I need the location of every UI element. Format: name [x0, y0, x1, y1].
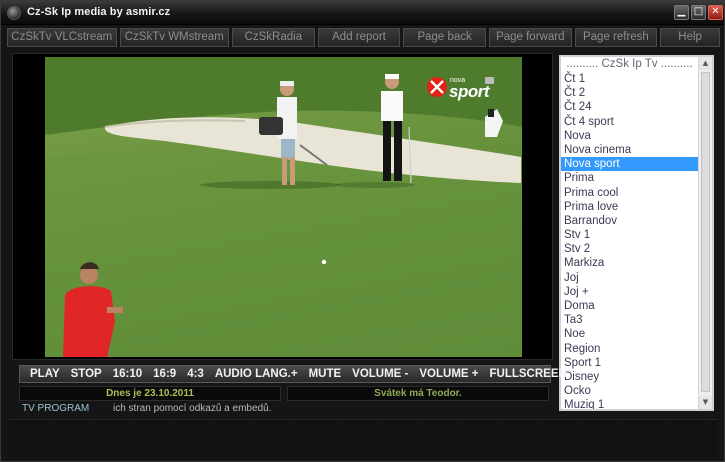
video-frame: nova sport	[12, 53, 553, 360]
channel-item[interactable]: Prima	[561, 171, 698, 185]
tv-program-link[interactable]: TV PROGRAM	[22, 403, 89, 414]
close-icon: ✕	[711, 6, 720, 17]
channel-item[interactable]: Stv 2	[561, 242, 698, 256]
bottom-decoration	[9, 419, 717, 457]
channel-items: Čt 1 Čt 2 Čt 24 Čt 4 sport Nova Nova cin…	[561, 72, 712, 409]
close-button[interactable]: ✕	[708, 5, 723, 20]
channel-list[interactable]: .......... CzSk Ip Tv .......... Čt 1 Čt…	[559, 55, 714, 411]
menu-wmstream-button[interactable]: CzSkTv WMstream	[119, 28, 230, 47]
aspect-16-9-button[interactable]: 16:9	[153, 368, 176, 380]
minimize-icon: ▁	[677, 6, 686, 17]
channel-item[interactable]: Nova cinema	[561, 143, 698, 157]
scroll-down-arrow-icon[interactable]: ▼	[699, 396, 712, 409]
scrollbar-thumb[interactable]	[701, 72, 710, 392]
play-button[interactable]: PLAY	[30, 368, 60, 380]
minimize-button[interactable]: ▁	[674, 5, 689, 20]
channel-item[interactable]: Sport 1	[561, 356, 698, 370]
scroll-up-arrow-icon[interactable]: ▲	[699, 57, 712, 70]
aspect-16-10-button[interactable]: 16:10	[113, 368, 142, 380]
channel-item[interactable]: Čt 4 sport	[561, 115, 698, 129]
channel-item[interactable]: Ocko	[561, 384, 698, 398]
channel-item[interactable]: Region	[561, 342, 698, 356]
menu-bar: CzSkTv VLCstream CzSkTv WMstream CzSkRad…	[7, 28, 720, 47]
channel-item[interactable]: Muziq 1	[561, 398, 698, 409]
maximize-button[interactable]: □	[691, 5, 706, 20]
help-button[interactable]: Help	[660, 28, 720, 47]
channel-logo-name: sport	[449, 82, 490, 101]
maximize-icon: □	[693, 6, 704, 17]
channel-item[interactable]: Markiza	[561, 256, 698, 270]
channel-item[interactable]: Prima love	[561, 200, 698, 214]
date-display: Dnes je 23.10.2011	[19, 386, 281, 401]
channel-item[interactable]: Stv 1	[561, 228, 698, 242]
channel-item[interactable]: Doma	[561, 299, 698, 313]
channel-item[interactable]: Čt 1	[561, 72, 698, 86]
channel-item[interactable]: Nova sport	[561, 157, 698, 172]
channel-item[interactable]: Joj	[561, 271, 698, 285]
channel-item[interactable]: Barrandov	[561, 214, 698, 228]
stop-button[interactable]: STOP	[71, 368, 102, 380]
news-ticker: ich stran pomocí odkazů a embedů.	[113, 403, 272, 414]
video-frame-image	[45, 57, 522, 357]
video-player[interactable]: nova sport	[45, 57, 522, 357]
app-icon	[7, 6, 21, 20]
audio-lang-button[interactable]: AUDIO LANG.+	[215, 368, 298, 380]
channel-list-header: .......... CzSk Ip Tv ..........	[566, 58, 693, 70]
volume-down-button[interactable]: VOLUME -	[352, 368, 408, 380]
app-window: Cz-Sk Ip media by asmir.cz ▁ □ ✕ CzSkTv …	[0, 0, 725, 462]
window-title: Cz-Sk Ip media by asmir.cz	[27, 6, 171, 18]
menu-radia-button[interactable]: CzSkRadia	[232, 28, 315, 47]
channel-item[interactable]: Noe	[561, 327, 698, 341]
channel-item[interactable]: Joj +	[561, 285, 698, 299]
page-back-button[interactable]: Page back	[403, 28, 486, 47]
channel-list-scrollbar[interactable]: ▲ ▼	[698, 57, 712, 409]
name-day-display: Svátek má Teodor.	[287, 386, 549, 401]
channel-item[interactable]: Čt 24	[561, 100, 698, 114]
page-forward-button[interactable]: Page forward	[488, 28, 572, 47]
title-bar[interactable]: Cz-Sk Ip media by asmir.cz ▁ □ ✕	[1, 1, 724, 25]
page-refresh-button[interactable]: Page refresh	[574, 28, 658, 47]
channel-item[interactable]: Prima cool	[561, 186, 698, 200]
fullscreen-button[interactable]: FULLSCREEN	[490, 368, 567, 380]
mute-button[interactable]: MUTE	[309, 368, 342, 380]
player-control-bar: PLAY STOP 16:10 16:9 4:3 AUDIO LANG.+ MU…	[19, 365, 567, 383]
aspect-4-3-button[interactable]: 4:3	[187, 368, 204, 380]
volume-up-button[interactable]: VOLUME +	[419, 368, 478, 380]
menu-vlcstream-button[interactable]: CzSkTv VLCstream	[7, 28, 117, 47]
channel-item[interactable]: Disney	[561, 370, 698, 384]
channel-item[interactable]: Nova	[561, 129, 698, 143]
add-report-button[interactable]: Add report	[317, 28, 401, 47]
channel-item[interactable]: Ta3	[561, 313, 698, 327]
channel-item[interactable]: Čt 2	[561, 86, 698, 100]
